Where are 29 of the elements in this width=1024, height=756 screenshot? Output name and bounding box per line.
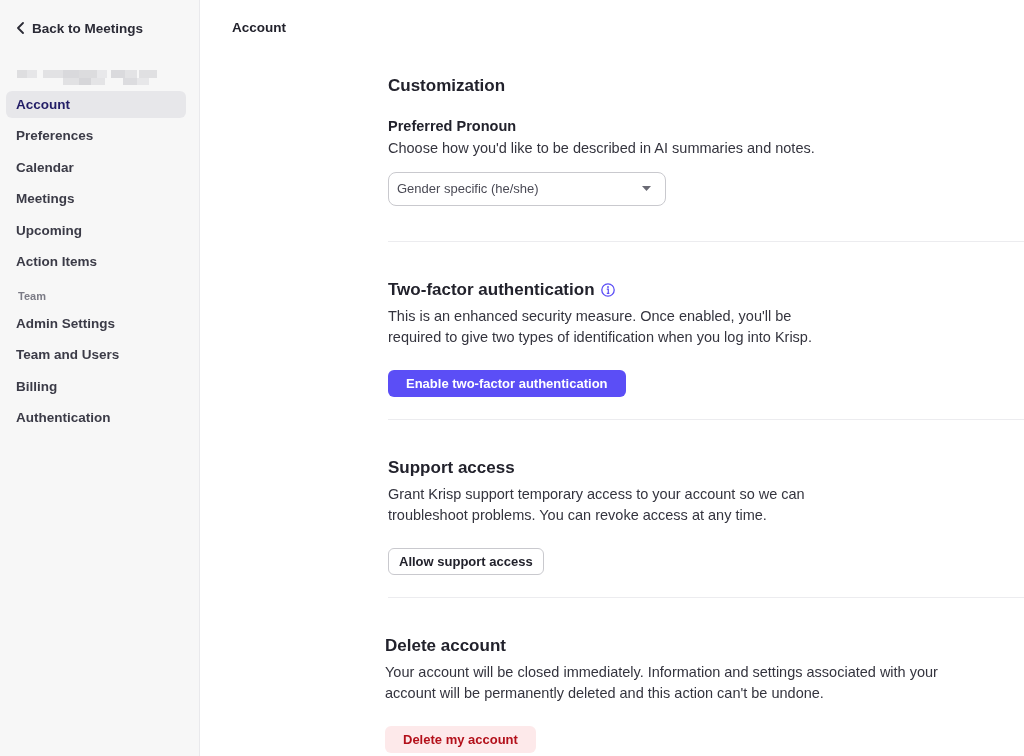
- enable-button[interactable]: Enable two-factor authentication: [388, 369, 626, 397]
- back-link[interactable]: Back to Meetings: [17, 18, 144, 38]
- section-title: Customization: [388, 75, 506, 97]
- caret-icon: [642, 186, 651, 191]
- field-label: Preferred Pronoun: [388, 117, 518, 136]
- allow-button[interactable]: Allow support access: [388, 547, 544, 575]
- sidebar-item[interactable]: Calendar: [6, 153, 186, 181]
- chevron-left-icon: [17, 22, 24, 34]
- section-description: Grant Krisp support temporary access to your account so we can troubleshoot problems. You can revoke access at any time.: [388, 484, 806, 525]
- sidebar-item[interactable]: Billing: [6, 372, 186, 400]
- pronoun-dropdown[interactable]: Gender specific (he/she): [388, 171, 666, 206]
- info-icon[interactable]: [600, 282, 615, 297]
- sidebar-item[interactable]: Action Items: [6, 247, 186, 275]
- section-description: Choose how you'd like to be described in AI summaries and notes.: [388, 139, 816, 158]
- section-title: Two-factor authentication: [388, 278, 595, 301]
- sidebar-item[interactable]: Team and Users: [6, 341, 186, 369]
- section-description: This is an enhanced security measure. Once enabled, you'll be required to give two types of identification when you log into Krisp.: [388, 306, 813, 347]
- section-title: Delete account: [385, 634, 506, 657]
- section-description: Your account will be closed immediately. Information and settings associated with your account will be permanently deleted and this action can't be undone.: [385, 662, 939, 703]
- sidebar-item[interactable]: Upcoming: [6, 216, 186, 244]
- section-heading: Team: [18, 288, 47, 304]
- section-title: Support access: [388, 456, 515, 479]
- sidebar-item[interactable]: Admin Settings: [6, 309, 186, 337]
- sidebar-item[interactable]: Preferences: [6, 122, 186, 150]
- page-title: Account: [232, 19, 287, 37]
- sidebar-item[interactable]: Account: [6, 91, 186, 118]
- delete-button[interactable]: Delete my account: [385, 725, 536, 753]
- sidebar-item[interactable]: Authentication: [6, 404, 186, 432]
- sidebar-item[interactable]: Meetings: [6, 185, 186, 213]
